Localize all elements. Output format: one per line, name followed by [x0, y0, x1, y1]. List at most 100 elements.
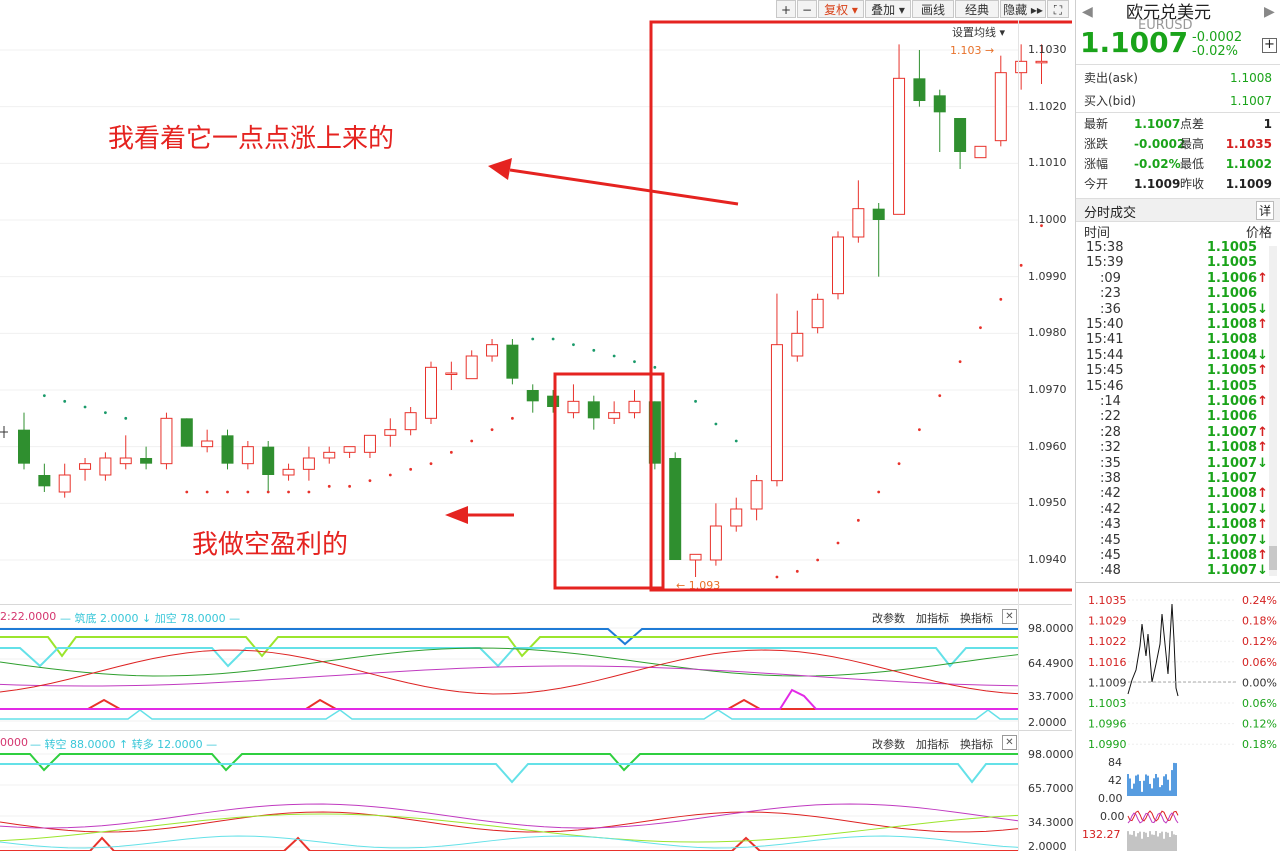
highlight-box-large: [649, 20, 1072, 592]
zoom-in-button[interactable]: +: [776, 0, 796, 18]
green-step: [0, 753, 1018, 772]
chart-area: + − 复权 ▾ 叠加 ▾ 画线 经典 隐藏 ▸▸ ⛶ 设置均线 ▾ 1.103…: [0, 0, 1074, 853]
candle-body: [425, 366, 437, 419]
sar-dot: [63, 399, 67, 403]
candle-body: [38, 475, 51, 487]
mini-price-tick: 1.1022: [1088, 635, 1127, 648]
candle-body: [567, 400, 580, 414]
stat-label: 涨跌: [1084, 137, 1109, 151]
mini-vol-tick: 0.00: [1098, 792, 1123, 805]
sar-dot: [938, 394, 942, 398]
sar-dot: [1019, 263, 1023, 267]
mini-price-tick: 1.1009: [1088, 676, 1127, 689]
divider: [1076, 112, 1280, 113]
prev-arrow-icon[interactable]: ◀: [1082, 4, 1093, 20]
scrollbar-thumb[interactable]: [1269, 546, 1277, 570]
ind1-scale-4: 2.0000: [1028, 716, 1067, 729]
candle-body: [994, 72, 1007, 142]
trade-time: :23: [1100, 286, 1121, 302]
indicator1-chart: [0, 627, 1018, 722]
candle-body: [221, 435, 234, 464]
trade-price: 1.1006: [1206, 286, 1257, 302]
sar-dot: [897, 462, 901, 466]
add-watchlist-icon[interactable]: +: [1262, 38, 1277, 53]
trade-price: 1.1007↓: [1206, 532, 1268, 548]
sar-dot: [999, 297, 1003, 301]
sar-dot: [653, 365, 657, 369]
ind1-close-icon[interactable]: ✕: [1002, 609, 1017, 624]
candle-body: [587, 401, 600, 419]
trade-row: 15:39 1.1005: [1086, 255, 1272, 270]
divider: [1076, 64, 1280, 65]
bid-value: 1.1007: [1230, 94, 1272, 108]
sar-dot: [348, 484, 351, 488]
candle-body: [526, 390, 539, 402]
sar-dot: [124, 416, 128, 420]
sar-dot: [856, 518, 860, 522]
ind2-close-icon[interactable]: ✕: [1002, 735, 1017, 750]
trade-row: :14 1.1006↑: [1086, 394, 1272, 409]
sar-dot: [612, 354, 616, 358]
stat-value: 1.1009: [1225, 177, 1272, 191]
candle-body: [201, 440, 214, 448]
indicator2-chart: [0, 753, 1018, 851]
stat-value: 1.1002: [1225, 157, 1272, 171]
trade-price: 1.1006: [1206, 409, 1257, 425]
sar-dot: [327, 484, 331, 488]
trade-time: :42: [1100, 486, 1121, 502]
sar-dot: [490, 428, 494, 432]
change: -0.0002: [1192, 30, 1243, 45]
draw-line-button[interactable]: 画线: [912, 0, 954, 18]
candle-body: [689, 553, 702, 561]
down-arrow-icon: ↓: [1257, 501, 1268, 517]
trade-price: 1.1006↑: [1206, 270, 1268, 286]
ind2-scale-2: 65.7000: [1028, 782, 1074, 795]
classic-button[interactable]: 经典: [955, 0, 999, 18]
candle-body: [58, 474, 71, 493]
zoom-out-button[interactable]: −: [797, 0, 817, 18]
trade-row: :43 1.1008↑: [1086, 517, 1272, 532]
trade-price: 1.1008↑: [1206, 440, 1268, 456]
down-arrow-icon: ↓: [1257, 563, 1268, 579]
arrow-head: [445, 506, 468, 524]
trade-row: :38 1.1007: [1086, 471, 1272, 486]
sar-dot: [592, 348, 596, 352]
trade-time: 15:39: [1086, 255, 1124, 271]
candle-body: [99, 457, 112, 476]
trade-time: 15:46: [1086, 378, 1124, 394]
up-arrow-icon: ↑: [1257, 363, 1268, 379]
hide-button[interactable]: 隐藏 ▸▸: [1000, 0, 1046, 18]
stat-value: 1.1007: [1134, 117, 1181, 131]
fuquan-button[interactable]: 复权 ▾: [818, 0, 864, 18]
scrollbar[interactable]: [1269, 246, 1277, 576]
sar-dot: [918, 428, 921, 432]
sar-dot: [795, 569, 799, 573]
overlay-button[interactable]: 叠加 ▾: [865, 0, 911, 18]
trade-time: :45: [1100, 532, 1121, 548]
up-arrow-icon: ↑: [1257, 317, 1268, 332]
price-tick: 1.0980: [1028, 326, 1067, 340]
trade-price: 1.1007↓: [1206, 563, 1268, 579]
next-arrow-icon[interactable]: ▶: [1264, 4, 1275, 20]
sar-dot: [185, 490, 189, 494]
stat-value: -0.0002: [1134, 137, 1186, 151]
trade-time: :43: [1100, 517, 1121, 533]
fullscreen-icon[interactable]: ⛶: [1047, 0, 1069, 18]
mini-pct-tick: 0.12%: [1242, 718, 1277, 731]
sar-dot: [409, 467, 413, 471]
candle-body: [954, 118, 967, 152]
trade-price: 1.1004↓: [1206, 347, 1268, 363]
sar-dot: [42, 394, 46, 398]
sar-dot: [511, 416, 514, 420]
col-price: 价格: [1246, 226, 1273, 241]
trade-price: 1.1005↑: [1206, 363, 1268, 379]
mini-pct-tick: 0.00%: [1242, 676, 1277, 689]
stat-row: 最新 1.1007 点差 1: [1084, 114, 1272, 134]
ask-row: 卖出(ask) 1.1008: [1084, 68, 1272, 88]
trades-detail-button[interactable]: 详: [1256, 201, 1275, 220]
candle-body: [343, 446, 356, 453]
trade-time: 15:40: [1086, 317, 1124, 332]
ask-label: 卖出(ask): [1084, 71, 1138, 85]
stat-label: 昨收: [1180, 177, 1205, 191]
candle-body: [384, 429, 397, 436]
